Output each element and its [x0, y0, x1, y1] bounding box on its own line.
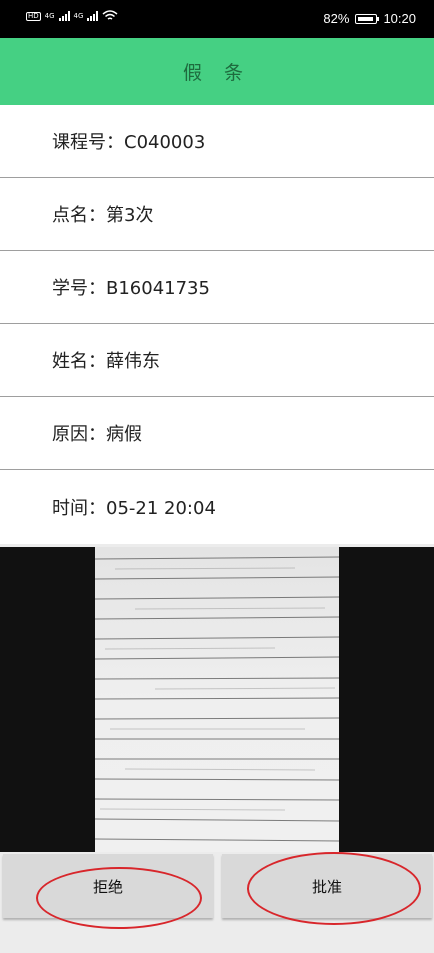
network-type-1: 4G: [44, 12, 55, 20]
battery-icon: [355, 13, 380, 24]
student-id-row: 学号：B16041735: [0, 251, 434, 324]
signal-icon-2: [87, 11, 99, 21]
roll-call-row: 点名：第3次: [0, 178, 434, 251]
course-number-row: 课程号：C040003: [0, 105, 434, 178]
attachment-photo[interactable]: [95, 547, 339, 852]
lined-paper-image: [95, 556, 339, 842]
status-bar: HD 4G 4G 82% 10:20: [0, 0, 434, 38]
battery-percent: 82%: [323, 11, 350, 26]
student-name-row: 姓名：薛伟东: [0, 324, 434, 397]
approve-button[interactable]: 批准: [222, 854, 432, 918]
attachment-image-area: [0, 547, 434, 852]
status-right: 82% 10:20: [323, 11, 416, 26]
signal-icon: [58, 11, 70, 21]
reason-row: 原因：病假: [0, 397, 434, 470]
network-type-2: 4G: [73, 12, 84, 20]
clock: 10:20: [383, 11, 416, 26]
action-bar: 拒绝 批准: [0, 852, 434, 953]
time-row: 时间：05-21 20:04: [52, 498, 216, 519]
leave-info-list: 课程号：C040003 点名：第3次 学号：B16041735 姓名：薛伟东 原…: [0, 105, 434, 544]
reject-button[interactable]: 拒绝: [3, 854, 213, 918]
page-title: 假 条: [182, 62, 252, 84]
hd-indicator: HD: [26, 11, 41, 21]
wifi-icon: [102, 10, 118, 20]
status-left: HD 4G 4G: [26, 10, 118, 22]
title-bar: 假 条: [0, 38, 434, 105]
